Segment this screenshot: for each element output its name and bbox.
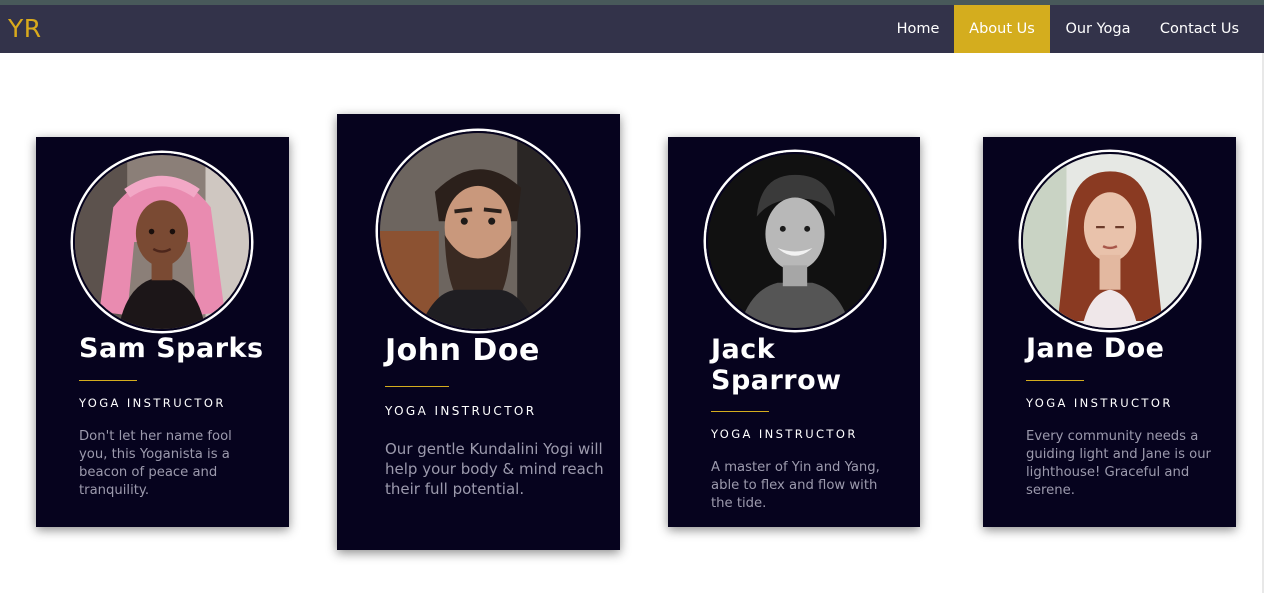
nav-our-yoga[interactable]: Our Yoga (1050, 5, 1146, 53)
instructor-bio: A master of Yin and Yang, able to flex a… (711, 460, 880, 511)
nav-home[interactable]: Home (882, 5, 954, 53)
gold-divider (711, 411, 769, 412)
navbar: YR Home About Us Our Yoga Contact Us (0, 5, 1264, 53)
instructor-name: John Doe (385, 333, 540, 368)
instructor-card-jack-sparrow: Jack Sparrow YOGA INSTRUCTOR A master of… (668, 137, 920, 527)
instructor-bio: Every community needs a guiding light an… (1026, 429, 1211, 498)
instructor-role: YOGA INSTRUCTOR (79, 396, 226, 410)
gold-divider (385, 386, 449, 387)
nav-about-us[interactable]: About Us (954, 5, 1050, 53)
logo[interactable]: YR (8, 14, 42, 43)
instructor-bio: Our gentle Kundalini Yogi will help your… (385, 440, 604, 498)
instructor-role: YOGA INSTRUCTOR (1026, 396, 1173, 410)
instructor-name: Jack Sparrow (711, 334, 842, 396)
instructor-photo (73, 153, 251, 331)
instructor-bio: Don't let her name fool you, this Yogani… (79, 429, 232, 498)
instructor-photo (706, 152, 884, 330)
gold-divider (79, 380, 137, 381)
nav-contact-us[interactable]: Contact Us (1146, 5, 1253, 53)
instructor-card-john-doe: John Doe YOGA INSTRUCTOR Our gentle Kund… (337, 114, 620, 550)
instructor-photo (378, 131, 578, 331)
instructor-card-sam-sparks: Sam Sparks YOGA INSTRUCTOR Don't let her… (36, 137, 289, 527)
instructor-name: Jane Doe (1026, 333, 1165, 364)
instructor-role: YOGA INSTRUCTOR (711, 427, 858, 441)
instructor-name: Sam Sparks (79, 333, 264, 364)
instructor-photo (1021, 152, 1199, 330)
gold-divider (1026, 380, 1084, 381)
instructor-card-jane-doe: Jane Doe YOGA INSTRUCTOR Every community… (983, 137, 1236, 527)
instructor-role: YOGA INSTRUCTOR (385, 404, 537, 418)
